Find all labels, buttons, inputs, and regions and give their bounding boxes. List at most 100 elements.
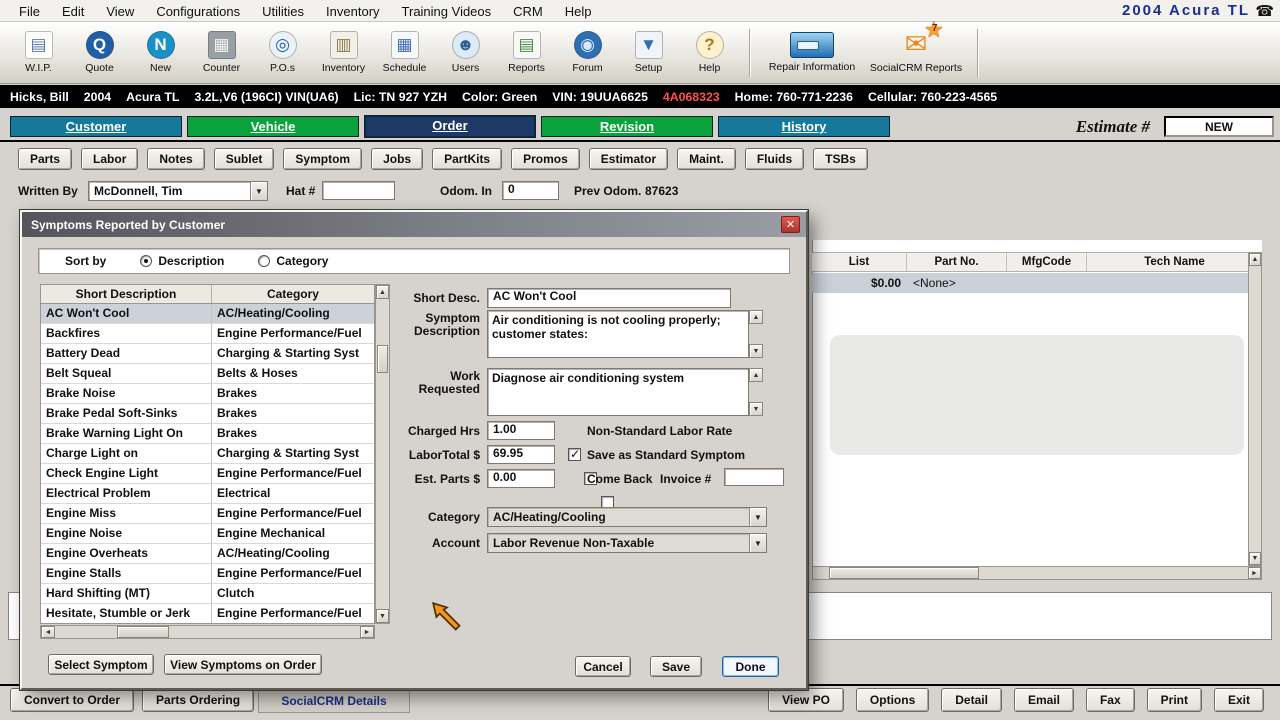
scroll-down-icon[interactable]: ▼ bbox=[376, 609, 389, 623]
symptom-category[interactable]: Engine Performance/Fuel bbox=[212, 504, 374, 524]
view-symptoms-on-order-button[interactable]: View Symptoms on Order bbox=[164, 654, 322, 675]
menu-item[interactable]: CRM bbox=[502, 4, 554, 19]
parts-ordering-button[interactable]: Parts Ordering bbox=[142, 688, 255, 712]
invoice-number-field[interactable] bbox=[724, 468, 784, 486]
close-icon[interactable]: ✕ bbox=[781, 216, 800, 233]
done-button[interactable]: Done bbox=[722, 656, 779, 677]
symptom-short-description[interactable]: Engine Overheats bbox=[41, 544, 212, 564]
symptom-category[interactable]: Belts & Hoses bbox=[212, 364, 374, 384]
counter-button[interactable]: ▦ Counter bbox=[191, 25, 252, 81]
view-po-button[interactable]: View PO bbox=[768, 688, 844, 712]
parts-grid-row[interactable]: $0.00 <None> bbox=[812, 273, 1262, 293]
symptom-category[interactable]: Brakes bbox=[212, 384, 374, 404]
category-dropdown[interactable]: AC/Heating/Cooling ▼ bbox=[487, 507, 767, 527]
written-by-dropdown[interactable]: McDonnell, Tim ▼ bbox=[88, 181, 268, 201]
scrollbar-thumb[interactable] bbox=[117, 626, 169, 638]
table-row[interactable]: Belt Squeal Belts & Hoses bbox=[41, 364, 374, 384]
sort-option-description[interactable]: Description bbox=[140, 254, 224, 268]
spin-up-icon[interactable]: ▲ bbox=[749, 310, 763, 324]
column-part-no[interactable]: Part No. bbox=[907, 253, 1007, 271]
select-symptom-button[interactable]: Select Symptom bbox=[48, 654, 154, 675]
table-row[interactable]: Electrical Problem Electrical bbox=[41, 484, 374, 504]
menu-item[interactable]: Edit bbox=[51, 4, 95, 19]
symptom-short-description[interactable]: Brake Noise bbox=[41, 384, 212, 404]
symptom-short-description[interactable]: Electrical Problem bbox=[41, 484, 212, 504]
symptom-short-description[interactable]: Hard Shifting (MT) bbox=[41, 584, 212, 604]
reports-button[interactable]: ▤ Reports bbox=[496, 25, 557, 81]
grid-vertical-scrollbar[interactable]: ▲ ▼ bbox=[1248, 252, 1262, 566]
column-tech-name[interactable]: Tech Name bbox=[1087, 253, 1262, 271]
symptom-category[interactable]: Electrical bbox=[212, 484, 374, 504]
chevron-down-icon[interactable]: ▼ bbox=[749, 534, 766, 552]
symptom-category[interactable]: Brakes bbox=[212, 404, 374, 424]
subtab-fluids[interactable]: Fluids bbox=[744, 148, 805, 170]
spin-down-icon[interactable]: ▼ bbox=[749, 344, 763, 358]
table-row[interactable]: Battery Dead Charging & Starting Syst bbox=[41, 344, 374, 364]
symptom-category[interactable]: Brakes bbox=[212, 424, 374, 444]
table-row[interactable]: Engine Stalls Engine Performance/Fuel bbox=[41, 564, 374, 584]
schedule-button[interactable]: ▦ Schedule bbox=[374, 25, 435, 81]
scrollbar-thumb[interactable] bbox=[377, 345, 388, 373]
radio-icon[interactable] bbox=[140, 255, 153, 267]
subtab-maint[interactable]: Maint. bbox=[677, 148, 736, 170]
symptom-short-description[interactable]: Hesitate, Stumble or Jerk bbox=[41, 604, 212, 623]
menu-item[interactable]: Inventory bbox=[315, 4, 390, 19]
menu-item[interactable]: View bbox=[95, 4, 145, 19]
menu-item[interactable]: Help bbox=[554, 4, 603, 19]
radio-icon[interactable] bbox=[258, 255, 271, 267]
convert-to-order-button[interactable]: Convert to Order bbox=[10, 688, 135, 712]
tab-history[interactable]: History bbox=[718, 116, 890, 137]
non-standard-labor-rate-checkbox[interactable] bbox=[568, 447, 581, 461]
symptom-short-description[interactable]: Engine Miss bbox=[41, 504, 212, 524]
wip-button[interactable]: ▤ W.I.P. bbox=[8, 25, 69, 81]
symptom-short-description[interactable]: Backfires bbox=[41, 324, 212, 344]
quote-button[interactable]: Q Quote bbox=[69, 25, 130, 81]
symptom-short-description[interactable]: Brake Warning Light On bbox=[41, 424, 212, 444]
subtab-partkits[interactable]: PartKits bbox=[432, 148, 503, 170]
table-row[interactable]: Backfires Engine Performance/Fuel bbox=[41, 324, 374, 344]
symptom-description-field[interactable]: Air conditioning is not cooling properly… bbox=[487, 310, 749, 358]
help-button[interactable]: ? Help bbox=[679, 25, 740, 81]
table-row[interactable]: Check Engine Light Engine Performance/Fu… bbox=[41, 464, 374, 484]
symptom-table-horizontal-scrollbar[interactable]: ◄ ► bbox=[40, 625, 375, 639]
socialcrm-details-tab[interactable]: SocialCRM Details bbox=[258, 688, 410, 713]
scrollbar-thumb[interactable] bbox=[829, 567, 979, 579]
socialcrm-reports-button[interactable]: ✉ ★ 7 SocialCRM Reports bbox=[864, 17, 968, 81]
scroll-down-icon[interactable]: ▼ bbox=[1249, 552, 1261, 565]
repair-information-button[interactable]: Repair Information bbox=[760, 25, 864, 81]
symptom-short-description[interactable]: Charge Light on bbox=[41, 444, 212, 464]
tab-vehicle[interactable]: Vehicle bbox=[187, 116, 359, 137]
menu-item[interactable]: Configurations bbox=[145, 4, 251, 19]
exit-button[interactable]: Exit bbox=[1213, 688, 1264, 712]
menu-item[interactable]: Utilities bbox=[251, 4, 315, 19]
options-button[interactable]: Options bbox=[855, 688, 930, 712]
table-row[interactable]: Hard Shifting (MT) Clutch bbox=[41, 584, 374, 604]
table-row[interactable]: Engine Overheats AC/Heating/Cooling bbox=[41, 544, 374, 564]
symptom-short-description[interactable]: Check Engine Light bbox=[41, 464, 212, 484]
new-button[interactable]: N New bbox=[130, 25, 191, 81]
column-category[interactable]: Category bbox=[212, 285, 374, 303]
column-short-description[interactable]: Short Description bbox=[41, 285, 212, 303]
menu-item[interactable]: Training Videos bbox=[391, 4, 503, 19]
work-requested-field[interactable]: Diagnose air conditioning system bbox=[487, 368, 749, 416]
inventory-button[interactable]: ▥ Inventory bbox=[313, 25, 374, 81]
dialog-title-bar[interactable]: Symptoms Reported by Customer bbox=[22, 212, 806, 237]
table-row[interactable]: Engine Noise Engine Mechanical bbox=[41, 524, 374, 544]
symptom-category[interactable]: Clutch bbox=[212, 584, 374, 604]
symptom-category[interactable]: Charging & Starting Syst bbox=[212, 344, 374, 364]
odometer-in-field[interactable]: 0 bbox=[502, 181, 559, 200]
subtab-labor[interactable]: Labor bbox=[81, 148, 139, 170]
column-list[interactable]: List bbox=[812, 253, 907, 271]
chevron-down-icon[interactable]: ▼ bbox=[250, 182, 267, 200]
symptom-category[interactable]: Engine Performance/Fuel bbox=[212, 604, 374, 623]
setup-button[interactable]: ▼ Setup bbox=[618, 25, 679, 81]
table-row[interactable]: Hesitate, Stumble or Jerk Engine Perform… bbox=[41, 604, 374, 623]
scroll-right-icon[interactable]: ► bbox=[1248, 567, 1261, 579]
fax-button[interactable]: Fax bbox=[1085, 688, 1135, 712]
hat-number-field[interactable] bbox=[322, 181, 395, 200]
save-button[interactable]: Save bbox=[650, 656, 702, 677]
symptom-category[interactable]: Engine Performance/Fuel bbox=[212, 464, 374, 484]
table-row[interactable]: AC Won't Cool AC/Heating/Cooling bbox=[41, 304, 374, 324]
symptom-category[interactable]: AC/Heating/Cooling bbox=[212, 304, 374, 324]
table-row[interactable]: Brake Noise Brakes bbox=[41, 384, 374, 404]
